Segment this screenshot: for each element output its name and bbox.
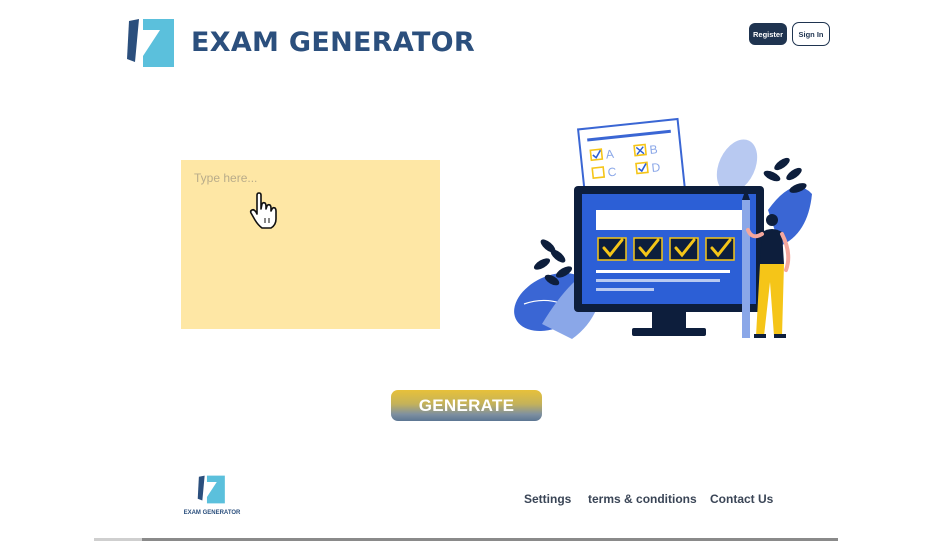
footer-logo-icon[interactable]	[196, 475, 226, 504]
footer-link-settings[interactable]: Settings	[524, 492, 571, 506]
hand-pointer-icon	[249, 192, 277, 229]
footer-link-terms[interactable]: terms & conditions	[588, 492, 697, 506]
footer-brand-title: EXAM GENERATOR	[183, 510, 241, 516]
exam-quiz-illustration: A B C D	[514, 117, 812, 339]
generate-button[interactable]: GENERATE	[391, 390, 542, 421]
sign-in-button[interactable]: Sign In	[792, 22, 830, 46]
brand-title: EXAM GENERATOR	[191, 27, 476, 58]
scrollbar-thumb[interactable]	[94, 538, 142, 541]
exam-text-input[interactable]	[181, 160, 440, 329]
svg-text:C: C	[607, 165, 617, 180]
exam-generator-logo-icon[interactable]	[124, 18, 176, 68]
register-button[interactable]: Register	[749, 23, 787, 45]
footer-link-contact[interactable]: Contact Us	[710, 492, 773, 506]
svg-text:A: A	[605, 147, 614, 162]
svg-text:B: B	[649, 142, 658, 157]
horizontal-scrollbar[interactable]	[94, 538, 838, 541]
svg-text:D: D	[651, 160, 661, 175]
